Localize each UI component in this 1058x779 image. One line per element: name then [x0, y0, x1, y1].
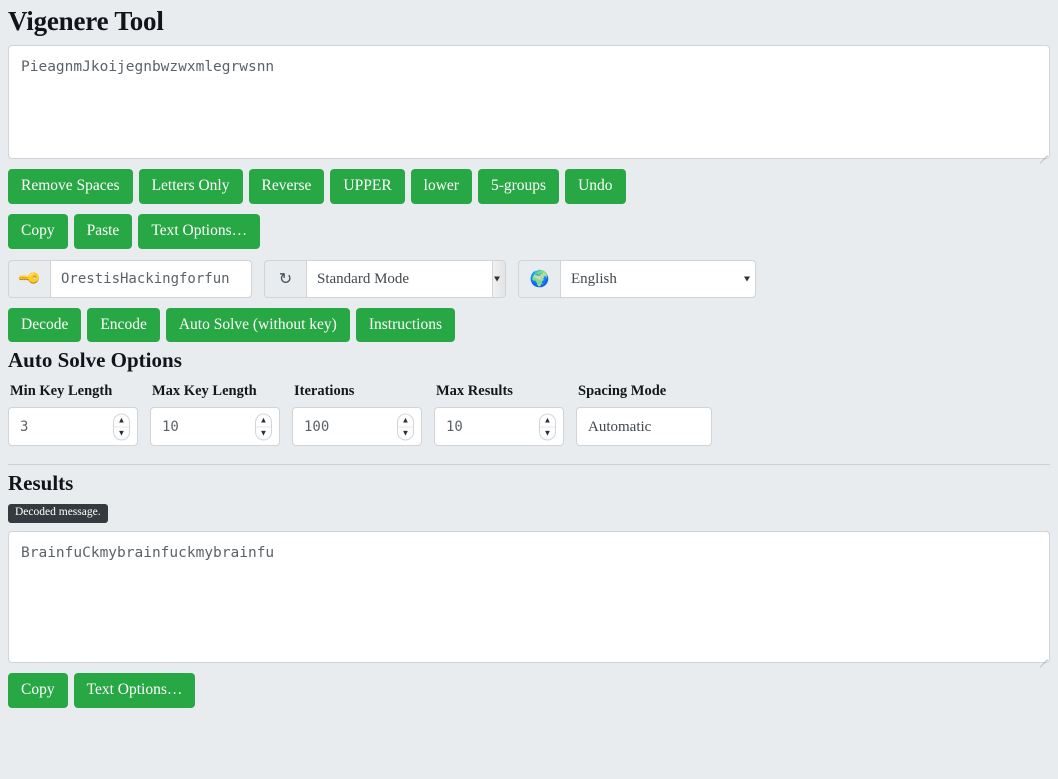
- instructions-button[interactable]: Instructions: [355, 307, 456, 343]
- mode-input-group: ↻ Standard Mode: [264, 259, 506, 298]
- min-key-length-label: Min Key Length: [10, 383, 113, 400]
- spacing-mode-wrapper: Automatic: [576, 407, 712, 447]
- iterations-wrapper: ▲ ▼: [292, 407, 422, 447]
- status-badge: Decoded message.: [8, 504, 108, 523]
- max-key-length-stepper[interactable]: ▲ ▼: [255, 413, 272, 441]
- page-title: Vigenere Tool: [8, 6, 164, 36]
- globe-icon: 🌍: [518, 259, 560, 298]
- result-copy-button[interactable]: Copy: [8, 672, 68, 708]
- max-results-group: Max Results ▲ ▼: [434, 383, 564, 447]
- chevron-up-icon[interactable]: ▲: [114, 414, 129, 428]
- results-heading: Results: [8, 471, 74, 496]
- copy-button[interactable]: Copy: [8, 213, 68, 249]
- iterations-label: Iterations: [294, 383, 355, 400]
- cipher-input-textarea[interactable]: PieagnmJkoijegnbwzwxmlegrwsnn: [8, 45, 1050, 159]
- result-text-options-button[interactable]: Text Options…: [73, 672, 196, 708]
- upper-button[interactable]: UPPER: [330, 169, 405, 204]
- spacing-mode-select[interactable]: Automatic: [576, 407, 712, 447]
- min-key-length-group: Min Key Length ▲ ▼: [8, 383, 138, 447]
- result-textarea-wrapper: BrainfuCkmybrainfuckmybrainfu: [8, 530, 1050, 668]
- undo-button[interactable]: Undo: [565, 169, 626, 204]
- chevron-down-icon[interactable]: ▼: [540, 427, 555, 439]
- max-key-length-label: Max Key Length: [152, 383, 257, 400]
- key-input-group: 🔑: [8, 259, 252, 298]
- iterations-group: Iterations ▲ ▼: [292, 383, 422, 447]
- transform-button-row: Remove Spaces Letters Only Reverse UPPER…: [8, 159, 1050, 204]
- language-select[interactable]: English: [560, 259, 756, 298]
- lower-button[interactable]: lower: [410, 169, 472, 204]
- auto-solve-heading: Auto Solve Options: [8, 348, 182, 373]
- cipher-controls-row: 🔑 ↻ Standard Mode 🌍 English: [8, 249, 1050, 298]
- encode-button[interactable]: Encode: [87, 307, 160, 343]
- vigenere-tool-page: Vigenere Tool PieagnmJkoijegnbwzwxmlegrw…: [0, 0, 1058, 779]
- chevron-down-icon[interactable]: ▼: [398, 427, 413, 439]
- max-key-length-wrapper: ▲ ▼: [150, 407, 280, 447]
- chevron-up-icon[interactable]: ▲: [540, 414, 555, 428]
- iterations-stepper[interactable]: ▲ ▼: [397, 413, 414, 441]
- min-key-length-stepper[interactable]: ▲ ▼: [113, 413, 130, 441]
- mode-select[interactable]: Standard Mode: [306, 259, 506, 298]
- min-key-length-wrapper: ▲ ▼: [8, 407, 138, 447]
- chevron-down-icon[interactable]: ▼: [256, 427, 271, 439]
- action-button-row: Decode Encode Auto Solve (without key) I…: [8, 298, 1050, 343]
- key-input[interactable]: [50, 259, 252, 298]
- decode-button[interactable]: Decode: [8, 307, 82, 343]
- remove-spaces-button[interactable]: Remove Spaces: [8, 169, 133, 204]
- input-textarea-wrapper: PieagnmJkoijegnbwzwxmlegrwsnn: [8, 45, 1050, 164]
- max-results-label: Max Results: [436, 383, 513, 400]
- chevron-up-icon[interactable]: ▲: [398, 414, 413, 428]
- letters-only-button[interactable]: Letters Only: [138, 169, 243, 204]
- language-input-group: 🌍 English: [518, 259, 756, 298]
- chevron-down-icon[interactable]: ▼: [114, 427, 129, 439]
- spacing-mode-label: Spacing Mode: [578, 383, 667, 400]
- spacing-mode-group: Spacing Mode Automatic: [576, 383, 712, 447]
- five-groups-button[interactable]: 5-groups: [477, 169, 560, 204]
- max-key-length-group: Max Key Length ▲ ▼: [150, 383, 280, 447]
- mode-select-wrapper: Standard Mode: [306, 259, 506, 298]
- result-button-row: Copy Text Options…: [8, 663, 1050, 708]
- clipboard-button-row: Copy Paste Text Options…: [8, 204, 1050, 249]
- chevron-up-icon[interactable]: ▲: [256, 414, 271, 428]
- language-select-wrapper: English: [560, 259, 756, 298]
- refresh-icon[interactable]: ↻: [264, 259, 306, 298]
- paste-button[interactable]: Paste: [73, 213, 133, 249]
- max-results-stepper[interactable]: ▲ ▼: [539, 413, 556, 441]
- max-results-wrapper: ▲ ▼: [434, 407, 564, 447]
- text-options-button[interactable]: Text Options…: [138, 213, 261, 249]
- key-icon: 🔑: [8, 259, 50, 298]
- auto-solve-options-grid: Min Key Length ▲ ▼ Max Key Length ▲ ▼ It…: [8, 379, 1050, 447]
- reverse-button[interactable]: Reverse: [248, 169, 325, 204]
- auto-solve-button[interactable]: Auto Solve (without key): [165, 307, 350, 343]
- result-output-textarea[interactable]: BrainfuCkmybrainfuckmybrainfu: [8, 530, 1050, 663]
